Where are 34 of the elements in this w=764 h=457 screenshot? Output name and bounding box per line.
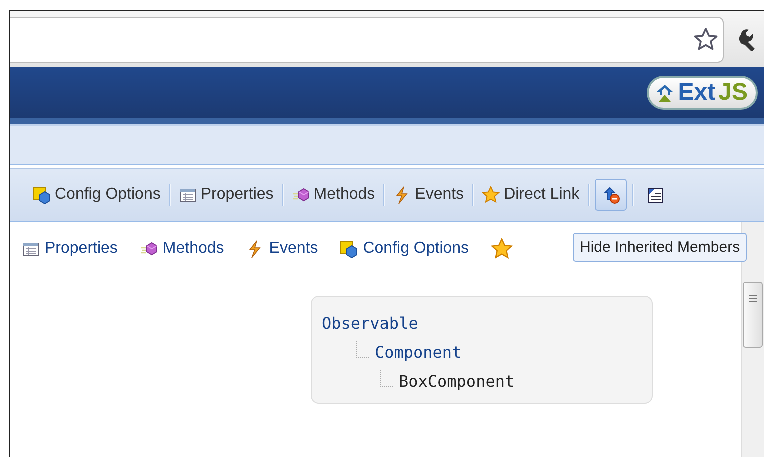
member-link[interactable]: Config Options — [340, 240, 470, 258]
logo-text: Ext — [678, 78, 716, 106]
cube-icon — [292, 186, 310, 204]
logo-text: JS — [718, 78, 748, 106]
arrow-icon — [602, 186, 620, 204]
toolbar-button[interactable]: Direct Link — [479, 183, 583, 207]
toggle-button[interactable] — [594, 179, 627, 211]
logo[interactable]: ExtJS — [647, 76, 758, 110]
cube-icon — [340, 240, 358, 258]
scroll-thumb[interactable] — [743, 282, 763, 348]
address-field[interactable] — [10, 17, 724, 63]
class-link[interactable]: Component — [375, 342, 462, 364]
scrollbar[interactable] — [741, 222, 764, 457]
table-icon — [22, 240, 40, 258]
tooltip: Hide Inherited Members — [573, 233, 748, 262]
member-link[interactable]: Properties — [22, 240, 118, 258]
toolbar-button[interactable]: Properties — [176, 183, 277, 207]
table-icon — [178, 186, 197, 204]
toolbar-button[interactable]: Methods — [288, 183, 378, 207]
house-icon — [655, 82, 676, 102]
cube-icon — [33, 186, 51, 204]
star-icon[interactable] — [693, 27, 719, 53]
cube-icon — [140, 240, 158, 258]
star-icon — [482, 186, 500, 204]
star-icon[interactable] — [491, 238, 514, 260]
class-link[interactable]: Observable — [322, 313, 418, 335]
tree-connector — [356, 341, 369, 358]
tree-connector — [380, 370, 393, 387]
toolbar-button[interactable]: Events — [390, 183, 468, 207]
toolbar-button[interactable]: Config Options — [30, 183, 164, 207]
member-link[interactable]: Events — [246, 240, 318, 258]
class-name: BoxComponent — [399, 371, 515, 393]
member-link[interactable]: Methods — [140, 240, 224, 258]
document-icon — [646, 186, 664, 204]
